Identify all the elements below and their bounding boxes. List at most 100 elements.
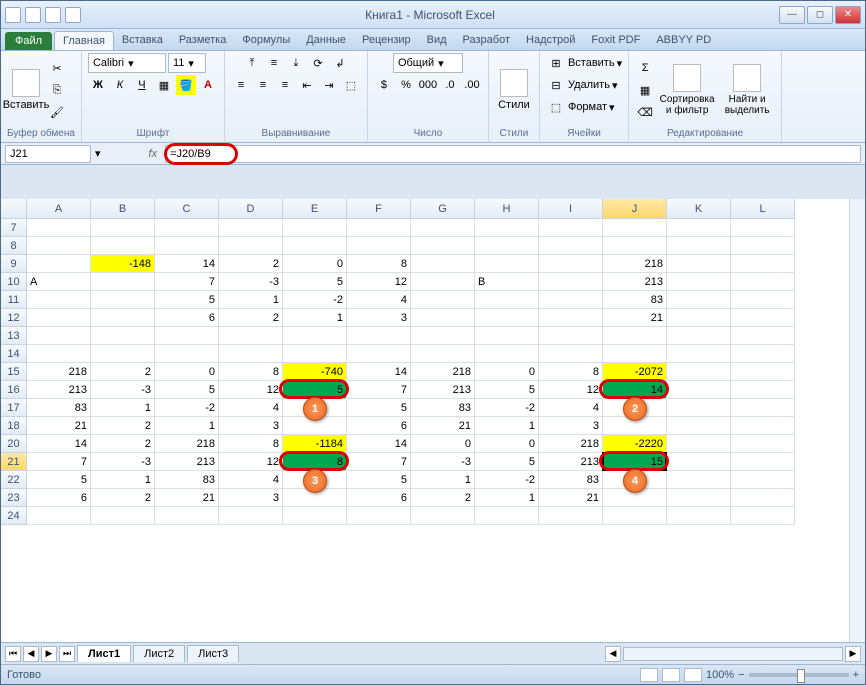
cell-E11[interactable]: -2 [283,291,347,309]
cell-H12[interactable] [475,309,539,327]
redo-icon[interactable] [65,7,81,23]
cell-K8[interactable] [667,237,731,255]
row-header-24[interactable]: 24 [1,507,27,525]
cell-D20[interactable]: 8 [219,435,283,453]
cell-K15[interactable] [667,363,731,381]
cell-L7[interactable] [731,219,795,237]
cell-D10[interactable]: -3 [219,273,283,291]
column-header-H[interactable]: H [475,199,539,219]
row-header-16[interactable]: 16 [1,381,27,399]
cell-C12[interactable]: 6 [155,309,219,327]
format-cells-icon[interactable]: ⬚ [546,97,566,117]
sheet-nav-first-icon[interactable]: ⏮ [5,646,21,662]
cell-L24[interactable] [731,507,795,525]
cell-K21[interactable] [667,453,731,471]
cell-B15[interactable]: 2 [91,363,155,381]
copy-icon[interactable]: ⎘ [47,80,67,100]
view-normal-icon[interactable] [640,668,658,682]
name-box[interactable]: J21 [5,145,91,163]
cell-H15[interactable]: 0 [475,363,539,381]
row-header-20[interactable]: 20 [1,435,27,453]
cell-H8[interactable] [475,237,539,255]
ribbon-tab-надстрой[interactable]: Надстрой [518,31,583,50]
cell-H24[interactable] [475,507,539,525]
cell-G21[interactable]: -3 [411,453,475,471]
view-layout-icon[interactable] [662,668,680,682]
row-header-10[interactable]: 10 [1,273,27,291]
view-break-icon[interactable] [684,668,702,682]
orientation-icon[interactable]: ⟳ [308,53,328,73]
cell-A21[interactable]: 7 [27,453,91,471]
decrease-decimal-icon[interactable]: .00 [462,75,482,95]
cell-F16[interactable]: 7 [347,381,411,399]
cell-J10[interactable]: 213 [603,273,667,291]
namebox-dropdown-icon[interactable]: ▾ [95,147,101,160]
cell-I7[interactable] [539,219,603,237]
column-header-E[interactable]: E [283,199,347,219]
merge-icon[interactable]: ⬚ [341,75,361,95]
cell-H13[interactable] [475,327,539,345]
cell-J7[interactable] [603,219,667,237]
column-header-C[interactable]: C [155,199,219,219]
cell-G10[interactable] [411,273,475,291]
cell-G15[interactable]: 218 [411,363,475,381]
close-button[interactable]: ✕ [835,6,861,24]
cell-D11[interactable]: 1 [219,291,283,309]
cell-A17[interactable]: 83 [27,399,91,417]
bold-button[interactable]: Ж [88,75,108,95]
cell-F17[interactable]: 5 [347,399,411,417]
cell-L17[interactable] [731,399,795,417]
cell-E24[interactable] [283,507,347,525]
cell-L18[interactable] [731,417,795,435]
cell-B8[interactable] [91,237,155,255]
cell-E15[interactable]: -740 [283,363,347,381]
cell-F8[interactable] [347,237,411,255]
format-painter-icon[interactable]: 🖌 [47,102,67,122]
cell-J12[interactable]: 21 [603,309,667,327]
currency-icon[interactable]: $ [374,75,394,95]
maximize-button[interactable]: ◻ [807,6,833,24]
cell-A18[interactable]: 21 [27,417,91,435]
increase-indent-icon[interactable]: ⇥ [319,75,339,95]
cell-I20[interactable]: 218 [539,435,603,453]
cell-F18[interactable]: 6 [347,417,411,435]
cell-I15[interactable]: 8 [539,363,603,381]
ribbon-tab-рецензир[interactable]: Рецензир [354,31,419,50]
cell-L9[interactable] [731,255,795,273]
save-icon[interactable] [25,7,41,23]
number-format-combo[interactable]: Общий▾ [393,53,463,73]
percent-icon[interactable]: % [396,75,416,95]
column-header-B[interactable]: B [91,199,155,219]
undo-icon[interactable] [45,7,61,23]
cell-K22[interactable] [667,471,731,489]
cell-L21[interactable] [731,453,795,471]
cell-C18[interactable]: 1 [155,417,219,435]
font-name-combo[interactable]: Calibri▾ [88,53,166,73]
ribbon-tab-вид[interactable]: Вид [419,31,455,50]
cell-G9[interactable] [411,255,475,273]
cell-H18[interactable]: 1 [475,417,539,435]
ribbon-tab-данные[interactable]: Данные [298,31,354,50]
cell-H16[interactable]: 5 [475,381,539,399]
decrease-indent-icon[interactable]: ⇤ [297,75,317,95]
cell-K11[interactable] [667,291,731,309]
cell-D14[interactable] [219,345,283,363]
cell-I23[interactable]: 21 [539,489,603,507]
cell-E8[interactable] [283,237,347,255]
row-header-15[interactable]: 15 [1,363,27,381]
ribbon-tab-разметка[interactable]: Разметка [171,31,235,50]
cell-A11[interactable] [27,291,91,309]
cell-K17[interactable] [667,399,731,417]
cell-C14[interactable] [155,345,219,363]
row-header-11[interactable]: 11 [1,291,27,309]
styles-button[interactable]: Стили [495,57,533,123]
cell-G23[interactable]: 2 [411,489,475,507]
paste-button[interactable]: Вставить [7,57,45,123]
zoom-in-button[interactable]: + [853,669,859,681]
cell-A15[interactable]: 218 [27,363,91,381]
cell-D12[interactable]: 2 [219,309,283,327]
cell-K13[interactable] [667,327,731,345]
formula-input[interactable]: =J20/B9 [165,145,861,163]
ribbon-tab-формулы[interactable]: Формулы [234,31,298,50]
autosum-icon[interactable]: Σ [635,58,655,78]
